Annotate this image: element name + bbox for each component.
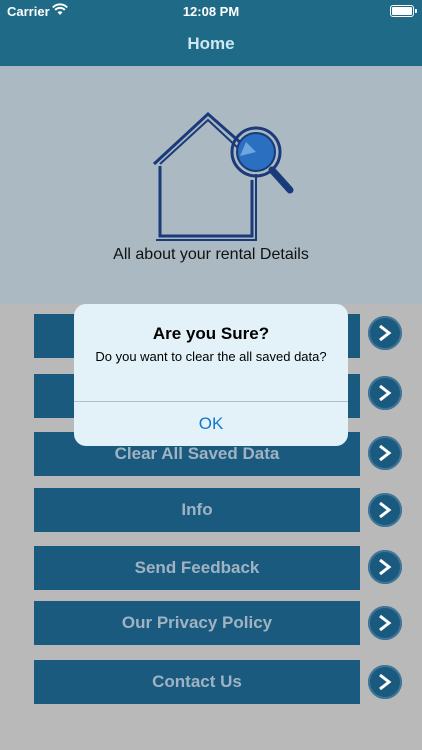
clock: 12:08 PM xyxy=(182,4,240,19)
confirm-alert-dialog: Are you Sure? Do you want to clear the a… xyxy=(74,304,348,446)
chevron-right-icon[interactable] xyxy=(368,493,402,527)
hero-subtitle: All about your rental Details xyxy=(113,246,309,263)
send-feedback-button[interactable]: Send Feedback xyxy=(34,546,360,590)
alert-title: Are you Sure? xyxy=(152,324,270,343)
chevron-right-icon[interactable] xyxy=(368,665,402,699)
contact-us-button[interactable]: Contact Us xyxy=(34,660,360,704)
hero-banner: All about your rental Details xyxy=(0,66,422,304)
info-button[interactable]: Info xyxy=(34,488,360,532)
privacy-policy-button[interactable]: Our Privacy Policy xyxy=(34,601,360,645)
battery-icon xyxy=(390,5,417,17)
house-search-icon xyxy=(152,111,294,241)
chevron-right-icon[interactable] xyxy=(368,316,402,350)
ok-button[interactable]: OK xyxy=(74,402,348,446)
status-bar: Carrier 12:08 PM xyxy=(0,0,422,22)
chevron-right-icon[interactable] xyxy=(368,550,402,584)
chevron-right-icon[interactable] xyxy=(368,436,402,470)
navigation-bar: Home xyxy=(0,22,422,66)
chevron-right-icon[interactable] xyxy=(368,376,402,410)
page-title: Home xyxy=(187,34,235,53)
alert-message: Do you want to clear the all saved data? xyxy=(95,349,327,364)
chevron-right-icon[interactable] xyxy=(368,606,402,640)
